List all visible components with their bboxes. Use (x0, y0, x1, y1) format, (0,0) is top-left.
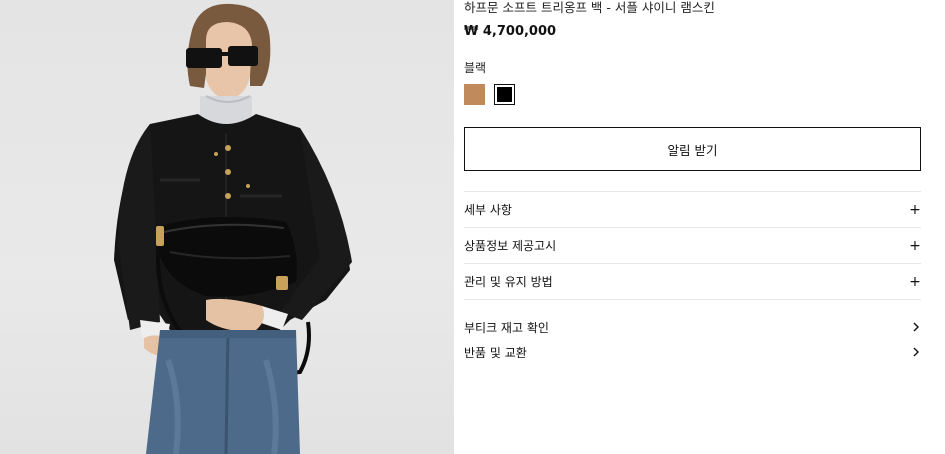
accordion-care[interactable]: 관리 및 유지 방법 + (464, 263, 921, 299)
boutique-stock-link[interactable]: 부티크 재고 확인 (464, 317, 921, 337)
notify-me-label: 알림 받기 (667, 142, 718, 158)
product-image[interactable] (0, 0, 454, 454)
color-swatch-tan[interactable] (464, 84, 485, 105)
product-title: 하프문 소프트 트리옹프 백 - 서플 샤이니 램스킨 (464, 0, 715, 15)
accordion-care-label: 관리 및 유지 방법 (464, 275, 553, 289)
plus-icon: + (909, 201, 921, 218)
accordion-product-info[interactable]: 상품정보 제공고시 + (464, 227, 921, 263)
plus-icon: + (909, 273, 921, 290)
plus-icon: + (909, 237, 921, 254)
product-price: ₩ 4,700,000 (464, 24, 557, 39)
chevron-right-icon (911, 322, 921, 332)
color-swatch-black[interactable] (494, 84, 515, 105)
section-divider (464, 299, 921, 300)
returns-exchange-link[interactable]: 반품 및 교환 (464, 342, 921, 362)
accordion-product-info-label: 상품정보 제공고시 (464, 239, 557, 253)
returns-exchange-label: 반품 및 교환 (464, 345, 527, 360)
color-swatch-black-fill (497, 87, 512, 102)
notify-me-button[interactable]: 알림 받기 (464, 127, 921, 171)
chevron-right-icon (911, 347, 921, 357)
accordion-details-label: 세부 사항 (464, 203, 512, 217)
model-with-bag-illustration (114, 3, 352, 454)
accordion-details[interactable]: 세부 사항 + (464, 191, 921, 227)
selected-color-label: 블랙 (464, 61, 487, 75)
boutique-stock-label: 부티크 재고 확인 (464, 320, 549, 335)
